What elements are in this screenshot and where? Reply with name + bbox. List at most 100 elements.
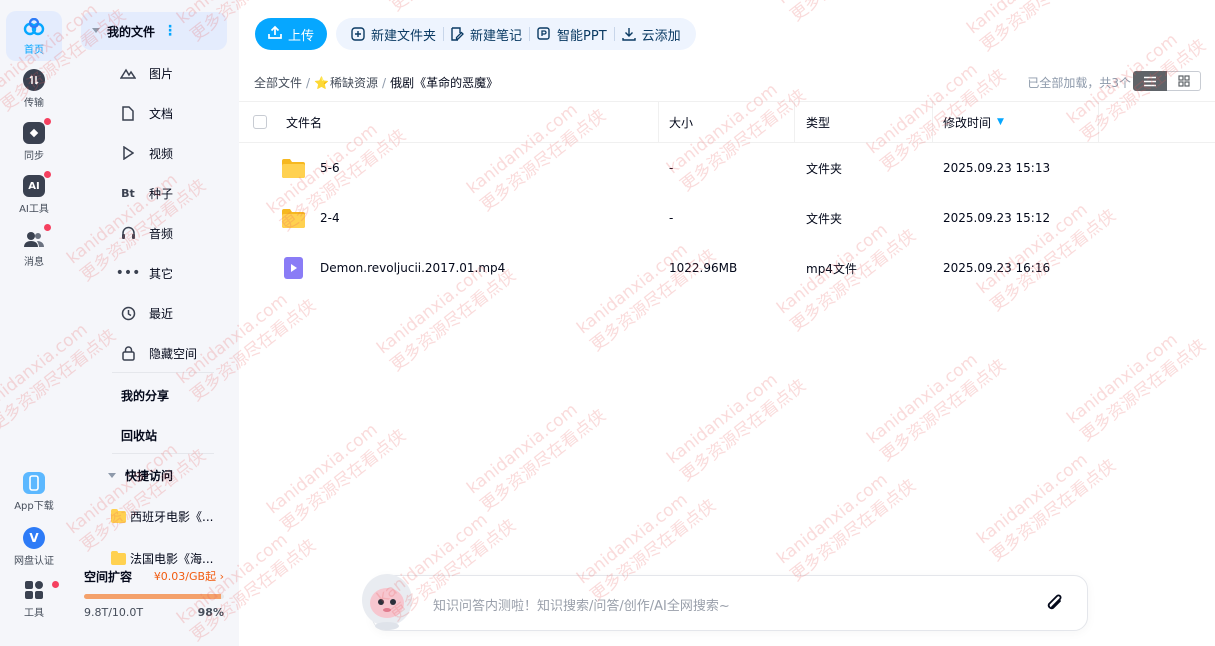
upload-icon [268,25,282,43]
sidebar-item-videos[interactable]: 视频 [120,133,173,173]
column-label: 文件名 [286,115,323,130]
column-modified[interactable]: 修改时间 ▼ [943,102,1004,142]
note-icon [451,27,464,41]
rail-sync[interactable]: 同步 [6,117,62,167]
quick-item[interactable]: 西班牙电影《... [111,508,213,525]
sidebar-item-audio[interactable]: 音频 [120,213,173,253]
column-type[interactable]: 类型 [806,102,830,142]
smart-ppt-button[interactable]: 智能PPT [530,25,614,44]
column-size[interactable]: 大小 [669,102,693,142]
grid-view-button[interactable] [1167,71,1201,91]
badge-dot [52,581,59,588]
rail-label: 传输 [24,98,44,109]
rail-label: AI工具 [19,204,49,215]
breadcrumb-separator: / [306,75,311,90]
toolbar-actions: 新建文件夹 新建笔记 智能PPT 云添加 [336,18,696,50]
sidebar-item-hidden-space[interactable]: 隐藏空间 [120,333,197,373]
my-files-nav[interactable]: 我的文件 ⋮ [81,12,227,50]
ellipsis-icon: ••• [115,265,141,281]
ask-input[interactable]: 知识问答内测啦！知识搜索/问答/创作/AI全网搜索~ [433,595,730,614]
sidebar-item-docs[interactable]: 文档 [120,93,173,133]
file-name[interactable]: Demon.revoljucii.2017.01.mp4 [320,261,505,275]
sidebar-item-label: 隐藏空间 [149,346,198,361]
sort-desc-icon[interactable]: ▼ [997,117,1004,127]
clock-icon [120,305,136,321]
expand-caret-icon [108,473,116,478]
upload-label: 上传 [287,28,314,44]
divider [112,453,214,454]
rail-transfer[interactable]: 传输 [6,64,62,114]
play-icon [120,145,136,161]
more-vertical-icon[interactable]: ⋮ [163,23,177,39]
sidebar-item-torrents[interactable]: Bt 种子 [120,173,173,213]
new-folder-label: 新建文件夹 [371,28,437,44]
attachment-icon[interactable] [1045,592,1065,618]
quick-access-label: 快捷访问 [125,469,174,483]
sidebar: 我的文件 ⋮ 图片 文档 视频 Bt 种子 音频 ••• 其它 最近 隐藏空间 … [68,0,239,646]
rail-label: 网盘认证 [14,556,54,567]
my-files-label: 我的文件 [107,24,156,39]
column-name[interactable]: 文件名 [286,102,322,142]
sidebar-item-recent[interactable]: 最近 [120,293,173,333]
breadcrumb-level1[interactable]: 稀缺资源 [330,74,378,91]
cloud-add-button[interactable]: 云添加 [615,25,688,44]
storage-bar-fill [84,594,222,599]
column-label: 修改时间 [943,115,992,130]
divider [112,372,214,373]
badge-dot [44,224,51,231]
rail-home[interactable]: 首页 [6,11,62,61]
rail-ai-tools[interactable]: AI AI工具 [6,170,62,220]
table-row[interactable]: 2-4 - 文件夹 2025.09.23 15:12 [239,193,1215,243]
quick-item[interactable]: 法国电影《海... [111,550,213,567]
new-folder-button[interactable]: 新建文件夹 [344,25,443,44]
storage-title: 空间扩容 [84,570,133,584]
toolbar: 上传 新建文件夹 新建笔记 智能PPT 云添加 [255,18,696,50]
my-share-nav[interactable]: 我的分享 [121,387,169,404]
rail-tools[interactable]: 工具 [6,574,62,624]
column-divider [1098,102,1099,142]
table-header: 文件名 大小 类型 修改时间 ▼ [239,101,1215,143]
breadcrumb-root[interactable]: 全部文件 [254,74,302,91]
add-square-icon [351,27,365,41]
column-divider [794,102,795,142]
storage-panel[interactable]: 空间扩容 ¥0.03/GB起 › 9.8T/10.0T 98% [84,568,224,619]
table-row[interactable]: 5-6 - 文件夹 2025.09.23 15:13 [239,143,1215,193]
select-all-checkbox[interactable] [253,115,267,129]
ai-ask-bar[interactable]: 知识问答内测啦！知识搜索/问答/创作/AI全网搜索~ [372,575,1088,631]
table-row[interactable]: Demon.revoljucii.2017.01.mp4 1022.96MB m… [239,243,1215,293]
storage-used: 9.8T/10.0T [84,606,144,619]
file-name[interactable]: 5-6 [320,161,340,175]
smart-ppt-label: 智能PPT [557,28,607,44]
rail-messages[interactable]: 消息 [6,223,62,273]
column-label: 类型 [806,115,831,130]
storage-price[interactable]: ¥0.03/GB起 › [154,568,224,585]
sidebar-item-label: 音频 [149,226,174,241]
download-icon [621,27,636,41]
cloud-add-label: 云添加 [641,28,681,44]
column-divider [932,102,933,142]
sidebar-item-images[interactable]: 图片 [120,53,173,93]
messages-icon [23,224,51,250]
rail-label: 消息 [24,257,44,268]
grid-icon [1177,75,1190,87]
file-type: 文件夹 [806,211,843,226]
recycle-bin-nav[interactable]: 回收站 [121,427,157,444]
storage-percent: 98% [197,606,224,619]
sync-icon [23,118,51,144]
list-icon [1144,76,1156,86]
rail-label: 工具 [24,608,44,619]
folder-icon [281,208,306,229]
grid-tools-icon [23,579,59,601]
mascot-icon [359,570,415,630]
rail-verify[interactable]: V 网盘认证 [6,522,62,572]
list-view-button[interactable] [1133,71,1167,91]
badge-dot [44,171,51,178]
breadcrumb-current: 俄剧《革命的恶魔》 [390,76,499,90]
file-name[interactable]: 2-4 [320,211,340,225]
sidebar-item-other[interactable]: ••• 其它 [115,253,173,293]
rail-app-download[interactable]: App下载 [6,467,62,517]
new-note-button[interactable]: 新建笔记 [444,25,529,44]
quick-access-header[interactable]: 快捷访问 [108,467,173,484]
upload-button[interactable]: 上传 [255,18,327,50]
file-name-cell: 5-6 [281,143,340,193]
